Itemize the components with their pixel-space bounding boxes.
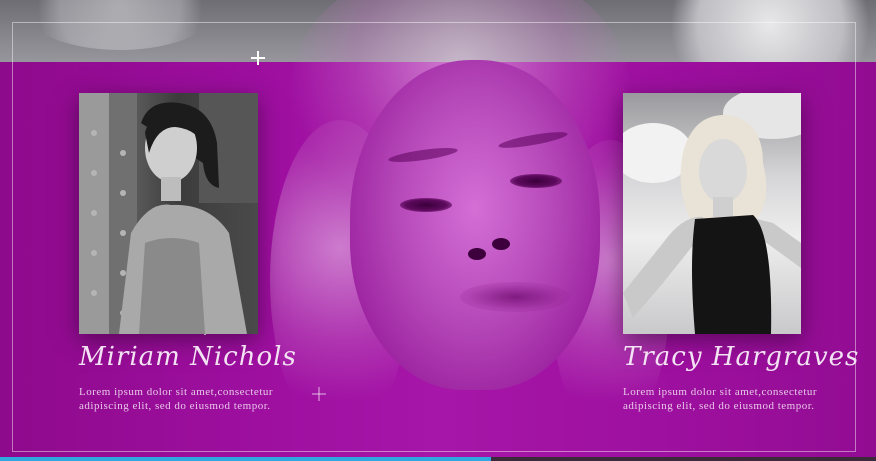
- profile-description-line: adipiscing elit, sed do eiusmod tempor.: [79, 400, 271, 412]
- profile-description-line: Lorem ipsum dolor sit amet,consectetur: [623, 386, 818, 398]
- portrait-illustration: [79, 93, 258, 334]
- profile-description: Lorem ipsum dolor sit amet,consectetur a…: [79, 385, 299, 413]
- playback-progress-bar[interactable]: [0, 457, 876, 461]
- plus-icon: [251, 51, 265, 65]
- profile-description: Lorem ipsum dolor sit amet,consectetur a…: [623, 385, 843, 413]
- profile-photo-miriam: [79, 93, 258, 334]
- profile-name: Miriam Nichols: [79, 342, 297, 372]
- profile-photo-tracy: [623, 93, 801, 334]
- profile-description-line: adipiscing elit, sed do eiusmod tempor.: [623, 400, 815, 412]
- portrait-illustration: [623, 93, 801, 334]
- playback-progress-fill: [0, 457, 491, 461]
- profile-description-line: Lorem ipsum dolor sit amet,consectetur: [79, 386, 274, 398]
- plus-icon: [312, 387, 326, 401]
- profile-name: Tracy Hargraves: [623, 342, 860, 372]
- video-frame: Miriam Nichols Lorem ipsum dolor sit ame…: [0, 0, 876, 461]
